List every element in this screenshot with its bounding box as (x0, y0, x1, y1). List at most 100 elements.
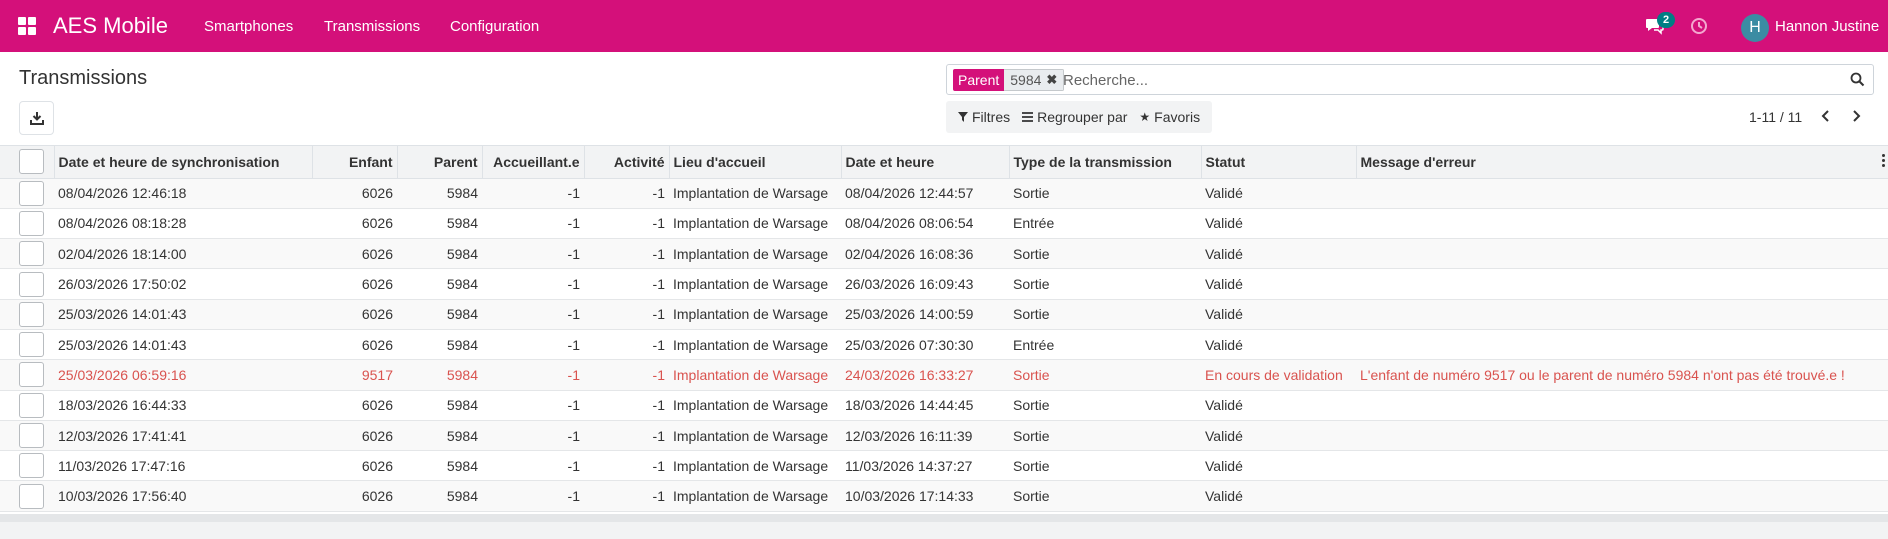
cell-statut: En cours de validation (1201, 359, 1356, 391)
cell-accueillant: -1 (482, 329, 584, 361)
table-row[interactable]: 25/03/2026 06:59:16 9517 5984 -1 -1 Implantat… (0, 359, 1888, 391)
row-checkbox[interactable] (19, 271, 44, 297)
table-row[interactable]: 12/03/2026 17:41:41 6026 5984 -1 -1 Implantat… (0, 420, 1888, 452)
filter-bar: Filtres Regrouper par ★ Favoris (946, 101, 1213, 133)
row-select-cell (0, 268, 54, 300)
row-checkbox[interactable] (19, 453, 44, 479)
group-by-button[interactable]: Regrouper par (1016, 109, 1133, 125)
cell-lieu: Implantation de Warsage (669, 178, 841, 209)
horizontal-scrollbar[interactable] (0, 514, 1888, 522)
cell-accueillant: -1 (482, 208, 584, 240)
facet-value-text: 5984 (1010, 72, 1042, 88)
table-row[interactable]: 26/03/2026 17:50:02 6026 5984 -1 -1 Implantat… (0, 268, 1888, 300)
cell-erreur (1356, 390, 1888, 421)
search-facet: Parent 5984 ✖ (953, 69, 1065, 91)
table-row[interactable]: 18/03/2026 16:44:33 6026 5984 -1 -1 Implantat… (0, 390, 1888, 421)
avatar[interactable]: H (1741, 14, 1769, 42)
column-options-icon[interactable] (1882, 154, 1886, 168)
cell-accueillant: -1 (482, 390, 584, 421)
chevron-left-icon[interactable] (1819, 108, 1833, 124)
cell-parent: 5984 (397, 299, 482, 330)
col-activite[interactable]: Activité (584, 146, 670, 179)
cell-enfant: 6026 (312, 299, 397, 330)
cell-statut: Validé (1201, 238, 1356, 270)
cell-lieu: Implantation de Warsage (669, 329, 841, 361)
cell-statut: Validé (1201, 178, 1356, 209)
col-type[interactable]: Type de la transmission (1009, 146, 1202, 179)
cell-date: 02/04/2026 16:08:36 (841, 238, 1009, 270)
cell-erreur (1356, 329, 1888, 361)
row-checkbox[interactable] (19, 241, 44, 267)
col-parent[interactable]: Parent (397, 146, 483, 179)
cell-activite: -1 (584, 450, 669, 482)
table-row[interactable]: 08/04/2026 12:46:18 6026 5984 -1 -1 Implantat… (0, 178, 1888, 209)
cell-sync-date: 10/03/2026 17:56:40 (54, 480, 312, 512)
download-button[interactable] (19, 101, 54, 135)
cell-lieu: Implantation de Warsage (669, 208, 841, 240)
cell-parent: 5984 (397, 480, 482, 512)
cell-type: Sortie (1009, 390, 1201, 421)
chevron-right-icon[interactable] (1849, 108, 1863, 124)
search-icon[interactable] (1850, 72, 1865, 87)
table-row[interactable]: 25/03/2026 14:01:43 6026 5984 -1 -1 Implantat… (0, 329, 1888, 361)
cell-lieu: Implantation de Warsage (669, 420, 841, 452)
cell-sync-date: 18/03/2026 16:44:33 (54, 390, 312, 421)
chat-badge: 2 (1657, 12, 1675, 28)
cell-erreur (1356, 178, 1888, 209)
search-input[interactable] (1063, 70, 1823, 90)
cell-lieu: Implantation de Warsage (669, 359, 841, 391)
row-checkbox[interactable] (19, 210, 44, 236)
search-bar: Parent 5984 ✖ (946, 64, 1874, 95)
table-row[interactable]: 11/03/2026 17:47:16 6026 5984 -1 -1 Implantat… (0, 450, 1888, 482)
table-row[interactable]: 08/04/2026 08:18:28 6026 5984 -1 -1 Implantat… (0, 208, 1888, 240)
apps-grid-icon[interactable] (18, 17, 36, 35)
row-checkbox[interactable] (19, 362, 44, 388)
cell-accueillant: -1 (482, 268, 584, 300)
cell-accueillant: -1 (482, 450, 584, 482)
col-enfant[interactable]: Enfant (312, 146, 398, 179)
cell-parent: 5984 (397, 329, 482, 361)
col-sync-date[interactable]: Date et heure de synchronisation (54, 146, 313, 179)
col-date[interactable]: Date et heure (841, 146, 1010, 179)
cell-erreur (1356, 208, 1888, 240)
cell-statut: Validé (1201, 329, 1356, 361)
cell-activite: -1 (584, 390, 669, 421)
col-accueillant[interactable]: Accueillant.e (482, 146, 585, 179)
pager-value[interactable]: 1-11 / 11 (1749, 109, 1802, 125)
user-name[interactable]: Hannon Justine (1775, 18, 1879, 35)
row-checkbox[interactable] (19, 483, 44, 509)
app-brand[interactable]: AES Mobile (53, 13, 168, 39)
cell-activite: -1 (584, 299, 669, 330)
row-select-cell (0, 178, 54, 209)
filters-button[interactable]: Filtres (952, 109, 1016, 125)
facet-remove-icon[interactable]: ✖ (1046, 71, 1057, 89)
clock-icon[interactable] (1690, 17, 1708, 35)
cell-erreur (1356, 450, 1888, 482)
menu-smartphones[interactable]: Smartphones (204, 18, 293, 35)
cell-enfant: 6026 (312, 178, 397, 209)
row-checkbox[interactable] (19, 332, 44, 358)
row-checkbox[interactable] (19, 392, 44, 418)
menu-transmissions[interactable]: Transmissions (324, 18, 420, 35)
cell-date: 25/03/2026 14:00:59 (841, 299, 1009, 330)
cell-sync-date: 08/04/2026 08:18:28 (54, 208, 312, 240)
col-statut[interactable]: Statut (1201, 146, 1357, 179)
table-row[interactable]: 10/03/2026 17:56:40 6026 5984 -1 -1 Implantat… (0, 480, 1888, 512)
cell-sync-date: 12/03/2026 17:41:41 (54, 420, 312, 452)
cell-activite: -1 (584, 178, 669, 209)
cell-enfant: 6026 (312, 329, 397, 361)
select-all-checkbox[interactable] (19, 149, 44, 175)
row-checkbox[interactable] (19, 180, 44, 206)
row-checkbox[interactable] (19, 301, 44, 327)
table-row[interactable]: 25/03/2026 14:01:43 6026 5984 -1 -1 Implantat… (0, 299, 1888, 330)
table-row[interactable]: 02/04/2026 18:14:00 6026 5984 -1 -1 Implantat… (0, 238, 1888, 270)
menu-configuration[interactable]: Configuration (450, 18, 539, 35)
row-checkbox[interactable] (19, 423, 44, 449)
col-erreur[interactable]: Message d'erreur (1356, 146, 1888, 179)
col-lieu[interactable]: Lieu d'accueil (669, 146, 842, 179)
table-body: 08/04/2026 12:46:18 6026 5984 -1 -1 Implantat… (0, 178, 1888, 512)
cell-activite: -1 (584, 359, 669, 391)
row-select-cell (0, 359, 54, 391)
favorites-button[interactable]: ★ Favoris (1133, 109, 1206, 125)
cell-parent: 5984 (397, 450, 482, 482)
